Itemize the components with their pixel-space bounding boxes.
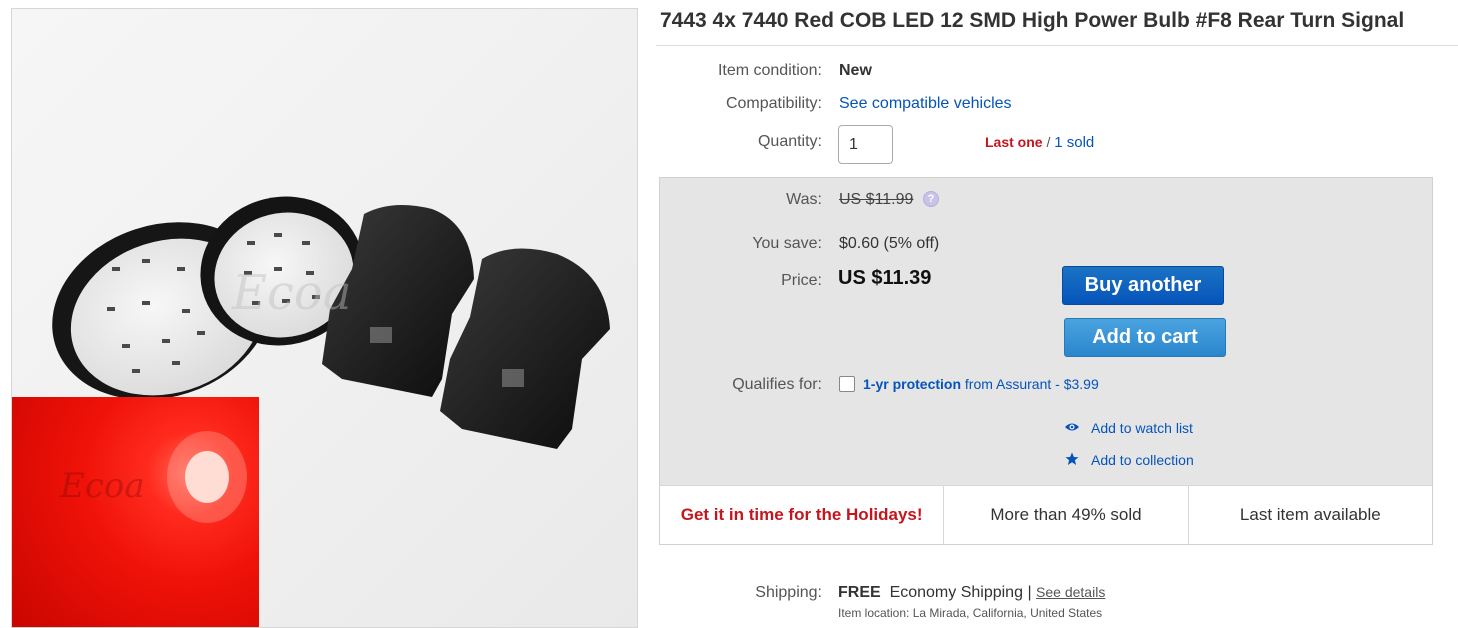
availability: Last one / 1 sold (985, 134, 1094, 151)
condition-value: New (839, 62, 872, 79)
was-price: US $11.99 (839, 191, 914, 208)
price-value: US $11.39 (838, 267, 932, 289)
sold-count-link[interactable]: 1 sold (1054, 134, 1094, 151)
compatible-vehicles-link[interactable]: See compatible vehicles (839, 95, 1012, 113)
protection-offer[interactable]: 1-yr protection from Assurant - $3.99 (863, 376, 1099, 392)
holiday-promo: Get it in time for the Holidays! (660, 486, 945, 544)
shipping-line: FREE Economy Shipping | See details (838, 584, 1105, 602)
item-location: Item location: La Mirada, California, Un… (838, 606, 1103, 620)
sold-percentage-promo: More than 49% sold (944, 486, 1189, 544)
condition-label: Item condition: (717, 62, 822, 79)
star-icon (1065, 452, 1079, 465)
shipping-method: Economy Shipping (889, 584, 1023, 601)
last-one-text: Last one (985, 134, 1043, 150)
title-divider (656, 45, 1458, 46)
last-item-promo: Last item available (1239, 505, 1381, 524)
was-label: Was: (786, 191, 822, 208)
help-icon[interactable]: ? (923, 191, 939, 207)
inset-watermark-text: Ecoa (59, 466, 145, 506)
eye-icon (1065, 423, 1079, 431)
product-image[interactable]: Ecoa Ecoa (11, 8, 638, 628)
quantity-label: Quantity: (757, 133, 822, 150)
quantity-input[interactable] (838, 125, 893, 164)
buy-another-button[interactable]: Buy another (1062, 266, 1224, 305)
shipping-divider: | (1027, 584, 1032, 601)
add-to-cart-button[interactable]: Add to cart (1064, 318, 1226, 357)
see-details-link[interactable]: See details (1036, 584, 1105, 600)
qualifies-label: Qualifies for: (732, 376, 822, 393)
price-label: Price: (781, 272, 822, 289)
shipping-label: Shipping: (755, 584, 822, 601)
add-to-collection-link[interactable]: Add to collection (1091, 452, 1194, 468)
protection-provider: from Assurant - $3.99 (961, 376, 1099, 392)
promo-row: Get it in time for the Holidays! More th… (660, 485, 1432, 544)
shipping-free: FREE (838, 584, 881, 601)
you-save-value: $0.60 (5% off) (839, 235, 940, 252)
item-title: 7443 4x 7440 Red COB LED 12 SMD High Pow… (660, 9, 1405, 32)
protection-term: 1-yr protection (863, 376, 962, 392)
add-to-watch-list-link[interactable]: Add to watch list (1091, 420, 1193, 436)
availability-separator: / (1046, 134, 1051, 150)
you-save-label: You save: (752, 235, 822, 252)
compatibility-label: Compatibility: (725, 95, 822, 112)
inset-photo-lit-red: Ecoa (12, 397, 259, 627)
protection-checkbox[interactable] (839, 376, 855, 392)
watermark-text: Ecoa (231, 265, 351, 321)
